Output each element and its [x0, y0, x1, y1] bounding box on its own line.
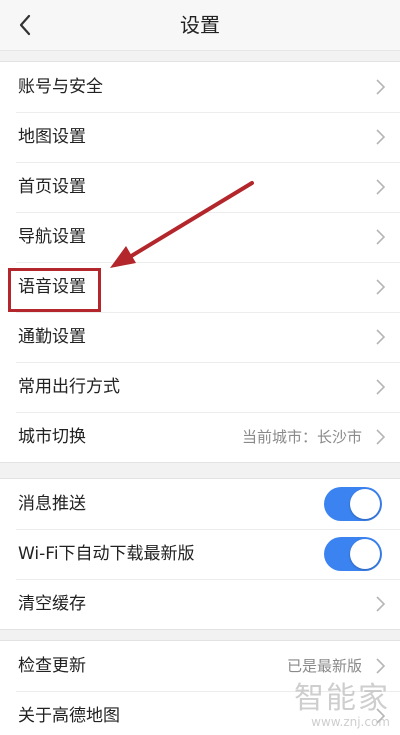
row-label: 地图设置 — [18, 127, 86, 147]
chevron-right-icon — [376, 596, 386, 612]
row-account-security[interactable]: 账号与安全 — [0, 62, 400, 112]
watermark: 智能家 www.znj.com — [280, 681, 390, 730]
row-label: 账号与安全 — [18, 77, 103, 97]
toggle-knob — [350, 489, 380, 519]
push-notifications-toggle[interactable] — [324, 487, 382, 521]
settings-group-main: 账号与安全 地图设置 首页设置 导航设置 语音设置 通勤设置 常用出行方式 城市… — [0, 61, 400, 463]
page-title: 设置 — [180, 13, 220, 37]
toggle-knob — [350, 539, 380, 569]
wifi-auto-download-toggle[interactable] — [324, 537, 382, 571]
chevron-right-icon — [376, 658, 386, 674]
row-navigation-settings[interactable]: 导航设置 — [0, 212, 400, 262]
annotation-highlight-box — [8, 268, 101, 312]
row-label: 消息推送 — [18, 494, 86, 514]
chevron-right-icon — [376, 179, 386, 195]
row-push-notifications: 消息推送 — [0, 479, 400, 529]
row-label: 通勤设置 — [18, 327, 86, 347]
row-home-settings[interactable]: 首页设置 — [0, 162, 400, 212]
row-label: 关于高德地图 — [18, 706, 120, 726]
row-travel-mode[interactable]: 常用出行方式 — [0, 362, 400, 412]
row-label: Wi-Fi下自动下载最新版 — [18, 544, 195, 564]
settings-page: 设置 账号与安全 地图设置 首页设置 导航设置 语音设置 通勤设置 常用出行方式 — [0, 0, 400, 735]
row-clear-cache[interactable]: 清空缓存 — [0, 579, 400, 629]
row-label: 检查更新 — [18, 656, 86, 676]
row-wifi-auto-download: Wi-Fi下自动下载最新版 — [0, 529, 400, 579]
chevron-right-icon — [376, 79, 386, 95]
watermark-main: 智能家 — [294, 681, 390, 716]
settings-group-toggles: 消息推送 Wi-Fi下自动下载最新版 清空缓存 — [0, 478, 400, 630]
row-label: 首页设置 — [18, 177, 86, 197]
watermark-sub: www.znj.com — [311, 715, 390, 729]
row-city-switch[interactable]: 城市切换 当前城市：长沙市 — [0, 412, 400, 462]
row-label: 城市切换 — [18, 427, 86, 447]
row-label: 清空缓存 — [18, 594, 86, 614]
row-label: 常用出行方式 — [18, 377, 120, 397]
chevron-right-icon — [376, 379, 386, 395]
nav-bar: 设置 — [0, 0, 400, 51]
chevron-right-icon — [376, 129, 386, 145]
chevron-right-icon — [376, 229, 386, 245]
row-commute-settings[interactable]: 通勤设置 — [0, 312, 400, 362]
row-label: 导航设置 — [18, 227, 86, 247]
chevron-right-icon — [376, 429, 386, 445]
chevron-right-icon — [376, 329, 386, 345]
chevron-right-icon — [376, 279, 386, 295]
current-city-value: 当前城市：长沙市 — [241, 428, 362, 446]
row-map-settings[interactable]: 地图设置 — [0, 112, 400, 162]
